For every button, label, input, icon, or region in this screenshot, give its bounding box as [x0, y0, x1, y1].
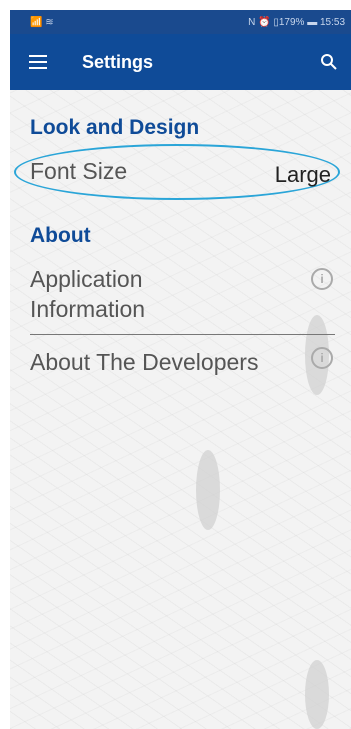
- settings-content: Look and Design Font Size Large About Ap…: [10, 90, 351, 729]
- background-blob: [196, 450, 220, 530]
- section-title-look: Look and Design: [30, 116, 200, 139]
- status-bar: 📶 ≋ N ⏰ ▯179% ▬ 15:53: [10, 10, 351, 34]
- background-blob: [305, 660, 329, 729]
- application-information-label[interactable]: Application Information: [30, 264, 240, 324]
- search-icon[interactable]: [307, 34, 351, 90]
- about-developers-label[interactable]: About The Developers: [30, 347, 258, 377]
- hamburger-icon[interactable]: [10, 34, 66, 90]
- info-icon[interactable]: i: [311, 268, 333, 290]
- font-size-label[interactable]: Font Size: [30, 156, 127, 186]
- app-bar: Settings: [10, 34, 351, 90]
- divider: [30, 334, 335, 335]
- page-title: Settings: [82, 51, 154, 72]
- section-title-about: About: [30, 224, 91, 247]
- info-icon[interactable]: i: [311, 347, 333, 369]
- status-right: N ⏰ ▯179% ▬ 15:53: [248, 16, 345, 28]
- signal-wifi-icons: 📶 ≋: [30, 16, 54, 28]
- font-size-value[interactable]: Large: [275, 162, 331, 188]
